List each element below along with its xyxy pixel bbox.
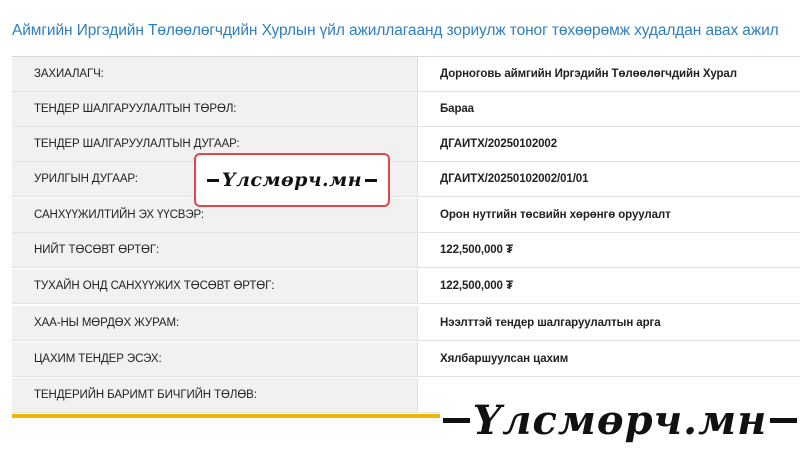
watermark-logo: Үлсмөрч.мн [221, 169, 363, 191]
row-value: Дорноговь аймгийн Иргэдийн Төлөөлөгчдийн… [418, 57, 800, 91]
row-label: ТЕНДЕР ШАЛГАРУУЛАЛТЫН ТӨРӨЛ: [12, 92, 418, 126]
row-value: Бараа [418, 92, 800, 126]
table-row: ХАА-НЫ МӨРДӨХ ЖУРАМ: Нээлттэй тендер шал… [12, 306, 800, 341]
table-row: ТУХАЙН ОНД САНХҮҮЖИХ ТӨСӨВТ ӨРТӨГ: 122,5… [12, 269, 800, 304]
page-title: Аймгийн Иргэдийн Төлөөлөгчдийн Хурлын үй… [12, 22, 779, 39]
watermark-large: Үлсмөрч.мн [440, 386, 800, 455]
table-row: УРИЛГЫН ДУГААР: ДГАИТХ/20250102002/01/01 [12, 162, 800, 197]
table-row: ЦАХИМ ТЕНДЕР ЭСЭХ: Хялбаршуулсан цахим [12, 342, 800, 377]
watermark-dash-icon [770, 418, 797, 423]
watermark-dash-icon [206, 178, 219, 182]
row-label: НИЙТ ТӨСӨВТ ӨРТӨГ: [12, 233, 418, 267]
row-value: Орон нутгийн төсвийн хөрөнгө оруулалт [418, 198, 800, 232]
watermark-badge: Үлсмөрч.мн [194, 153, 390, 207]
table-row: НИЙТ ТӨСӨВТ ӨРТӨГ: 122,500,000 ₮ [12, 233, 800, 268]
row-value: 122,500,000 ₮ [418, 233, 800, 267]
table-row: САНХҮҮЖИЛТИЙН ЭХ ҮҮСВЭР: Орон нутгийн тө… [12, 198, 800, 233]
table-row: ТЕНДЕР ШАЛГАРУУЛАЛТЫН ТӨРӨЛ: Бараа [12, 92, 800, 127]
table-row: ЗАХИАЛАГЧ: Дорноговь аймгийн Иргэдийн Тө… [12, 57, 800, 92]
row-label: ЗАХИАЛАГЧ: [12, 57, 418, 91]
watermark-logo-large: Үлсмөрч.мн [472, 397, 768, 444]
row-value: ДГАИТХ/20250102002/01/01 [418, 162, 800, 196]
row-value: Нээлттэй тендер шалгаруулалтын арга [418, 306, 800, 340]
table-row: ТЕНДЕР ШАЛГАРУУЛАЛТЫН ДУГААР: ДГАИТХ/202… [12, 127, 800, 162]
tender-details-table: ЗАХИАЛАГЧ: Дорноговь аймгийн Иргэдийн Тө… [12, 56, 800, 418]
row-label: ТУХАЙН ОНД САНХҮҮЖИХ ТӨСӨВТ ӨРТӨГ: [12, 269, 418, 303]
watermark-dash-icon [443, 418, 470, 423]
row-label: ЦАХИМ ТЕНДЕР ЭСЭХ: [12, 342, 418, 376]
row-value: 122,500,000 ₮ [418, 269, 800, 303]
watermark-dash-icon [365, 178, 378, 182]
row-label: ХАА-НЫ МӨРДӨХ ЖУРАМ: [12, 306, 418, 340]
row-value: Хялбаршуулсан цахим [418, 342, 800, 376]
row-label: ТЕНДЕРИЙН БАРИМТ БИЧГИЙН ТӨЛӨВ: [12, 378, 418, 412]
row-value: ДГАИТХ/20250102002 [418, 127, 800, 161]
